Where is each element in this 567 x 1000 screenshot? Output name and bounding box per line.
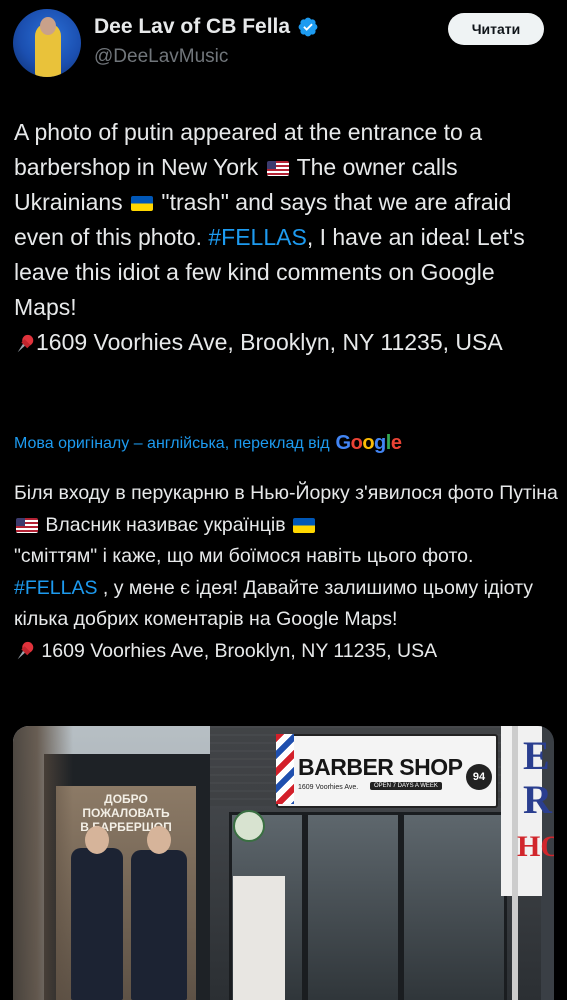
text-segment: 1609 Voorhies Ave, Brooklyn, NY 11235, U…	[36, 329, 503, 355]
pushpin-icon	[17, 334, 34, 353]
barber-shop-sign-logo: 94	[466, 764, 492, 790]
translation-note[interactable]: Мова оригіналу – англійська, переклад ві…	[14, 432, 402, 455]
avatar-head	[40, 17, 56, 35]
photo-poster-title: ДОБРО ПОЖАЛОВАТЬ В БАРБЕРШОП	[80, 792, 172, 834]
photo-face-right	[147, 826, 171, 854]
photo-window-2	[305, 812, 401, 1000]
translated-text: Біля входу в перукарню в Нью-Йорку з'яви…	[14, 478, 559, 667]
barber-pole-icon	[276, 734, 294, 804]
pushpin-icon	[17, 642, 34, 660]
hashtag-link[interactable]: #FELLAS	[14, 577, 97, 599]
ua-flag-icon	[131, 196, 154, 212]
avatar[interactable]	[13, 9, 81, 77]
tweet-photo[interactable]: ДОБРО ПОЖАЛОВАТЬ В БАРБЕРШОП BARBER SHOP…	[13, 726, 554, 1000]
photo-person-left	[71, 848, 123, 1000]
text-segment: Власник називає українців	[40, 513, 292, 536]
photo-tree	[13, 726, 73, 1000]
text-segment: Біля входу в перукарню в Нью-Йорку з'яви…	[14, 482, 564, 504]
side-sign-letter-2: R	[523, 777, 552, 822]
translation-note-text: Мова оригіналу – англійська, переклад ві…	[14, 434, 330, 452]
us-flag-icon	[16, 517, 38, 533]
photo-window-poster	[233, 876, 285, 1000]
text-segment: "сміттям" і каже, що ми боїмося навіть ц…	[14, 545, 474, 567]
photo-window-3	[401, 812, 507, 1000]
text-segment: 1609 Voorhies Ave, Brooklyn, NY 11235, U…	[36, 639, 438, 662]
tweet-header: Dee Lav of CB Fella @DeeLavMusic Читати	[0, 0, 567, 90]
barber-shop-sign-address: 1609 Voorhies Ave.	[298, 784, 359, 791]
barber-shop-sign-hours: OPEN 7 DAYS A WEEK	[370, 782, 442, 790]
hashtag-link[interactable]: #FELLAS	[208, 224, 306, 250]
us-flag-icon	[266, 161, 289, 177]
side-sign-letter-3: HO	[517, 830, 554, 863]
author-display-name[interactable]: Dee Lav of CB Fella	[94, 15, 290, 39]
verified-badge-icon	[298, 17, 318, 37]
barber-shop-sign-title: BARBER SHOP	[298, 754, 463, 780]
photo-face-left	[85, 826, 109, 854]
side-sign-letter-1: E	[523, 733, 550, 778]
photo-person-right	[131, 850, 187, 1000]
author-name-row[interactable]: Dee Lav of CB Fella	[94, 15, 319, 39]
ua-flag-icon	[293, 517, 316, 533]
google-logo: Google	[335, 432, 402, 454]
tweet-text: A photo of putin appeared at the entranc…	[14, 115, 554, 360]
photo-round-sign	[233, 810, 265, 842]
author-handle[interactable]: @DeeLavMusic	[94, 46, 228, 68]
follow-button[interactable]: Читати	[448, 13, 544, 45]
